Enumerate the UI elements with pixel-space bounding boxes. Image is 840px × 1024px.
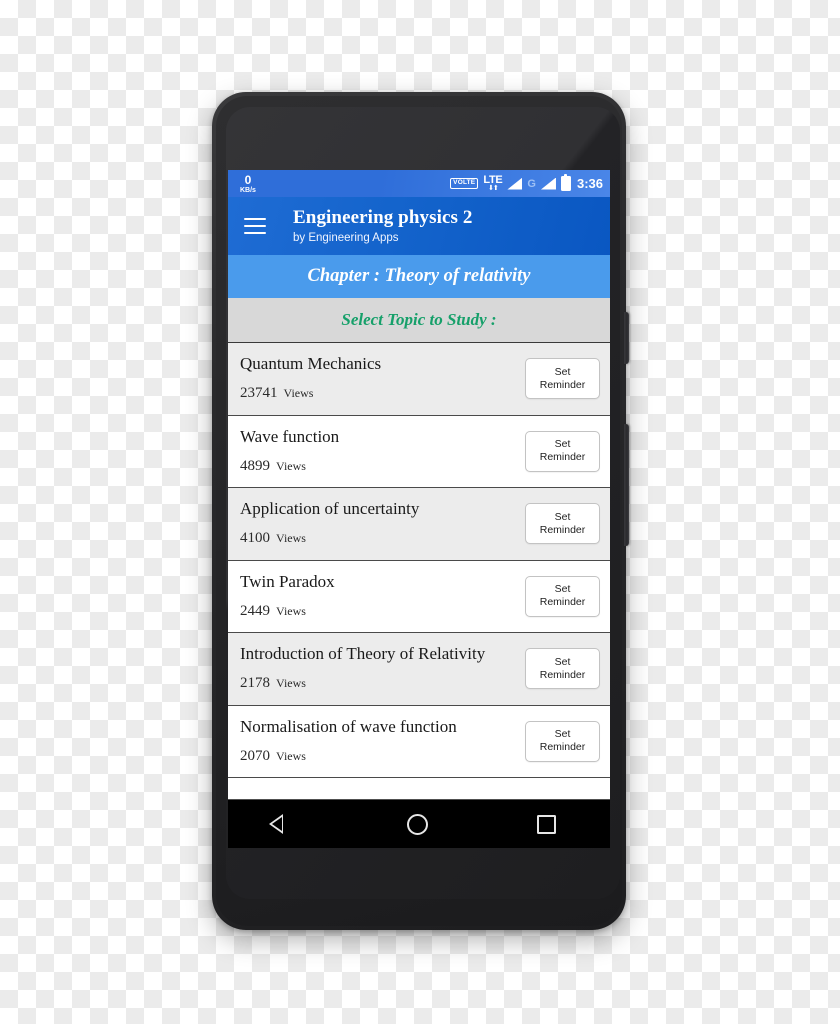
signal-bars-icon-sim2 — [540, 177, 556, 190]
topic-info: Introduction of Theory of Relativity 217… — [240, 645, 485, 692]
set-reminder-button[interactable]: Set Reminder — [525, 430, 600, 472]
set-reminder-button-label: Set Reminder — [539, 365, 586, 391]
topic-title: Quantum Mechanics — [240, 354, 382, 374]
topic-list-item[interactable]: Normalisation of wave function 2070 View… — [228, 705, 610, 778]
set-reminder-button-label: Set Reminder — [539, 583, 586, 609]
lte-indicator: LTE ⬇⬆ — [483, 175, 502, 193]
set-reminder-button[interactable]: Set Reminder — [525, 575, 600, 617]
phone-screen: 0 KB/s VOLTE LTE ⬇⬆ G 3:36 Engineering p… — [228, 170, 610, 848]
volume-rocker-button[interactable] — [624, 424, 629, 546]
set-reminder-button-label: Set Reminder — [539, 728, 586, 754]
volte-badge: VOLTE — [450, 177, 479, 190]
topic-list-item[interactable]: Wave function 4899 Views Set Reminder — [228, 415, 610, 488]
topic-views: 2178 Views — [240, 675, 485, 692]
topic-views-count: 2449 — [240, 602, 270, 619]
set-reminder-button[interactable]: Set Reminder — [525, 720, 600, 762]
power-button[interactable] — [624, 312, 629, 364]
set-reminder-button[interactable]: Set Reminder — [525, 503, 600, 545]
app-title-group: Engineering physics 2 by Engineering App… — [293, 207, 472, 244]
topic-views: 4899 Views — [240, 458, 339, 475]
set-reminder-button-label: Set Reminder — [539, 438, 586, 464]
recents-square-icon — [536, 814, 556, 834]
android-navigation-bar — [228, 799, 610, 848]
topic-title: Normalisation of wave function — [240, 716, 457, 736]
topic-list: Quantum Mechanics 23741 Views Set Reminde… — [228, 343, 610, 778]
topic-views-label: Views — [283, 386, 314, 401]
signal-bars-icon — [507, 177, 523, 190]
topic-views-label: Views — [276, 676, 306, 691]
nav-recents-button[interactable] — [536, 814, 556, 834]
topic-views: 4100 Views — [240, 530, 419, 547]
home-circle-icon — [406, 813, 428, 835]
hamburger-line — [244, 224, 266, 228]
select-topic-label: Select Topic to Study : — [341, 310, 497, 329]
topic-info: Quantum Mechanics 23741 Views — [240, 355, 381, 402]
topic-list-item[interactable]: Twin Paradox 2449 Views Set Reminder — [228, 560, 610, 633]
topic-title: Application of uncertainty — [240, 499, 420, 519]
select-topic-header: Select Topic to Study : — [228, 298, 610, 343]
set-reminder-button[interactable]: Set Reminder — [525, 648, 600, 690]
network-speed-unit: KB/s — [240, 186, 256, 194]
topic-list-item[interactable]: Introduction of Theory of Relativity 217… — [228, 633, 610, 706]
status-bar: 0 KB/s VOLTE LTE ⬇⬆ G 3:36 — [228, 170, 610, 197]
topic-title: Twin Paradox — [240, 571, 335, 591]
topic-title: Wave function — [240, 426, 340, 446]
topic-views: 2070 Views — [240, 748, 457, 765]
topic-views-count: 23741 — [240, 385, 278, 402]
topic-title: Introduction of Theory of Relativity — [240, 644, 486, 664]
app-subtitle: by Engineering Apps — [293, 231, 399, 244]
topic-views-label: Views — [276, 603, 306, 618]
hamburger-menu-icon[interactable] — [244, 218, 266, 234]
set-reminder-button-label: Set Reminder — [539, 510, 586, 536]
lte-data-arrows-icon: ⬇⬆ — [488, 185, 499, 192]
chapter-title: Chapter : Theory of relativity — [307, 266, 531, 286]
topic-views-count: 2070 — [240, 747, 270, 764]
topic-views: 2449 Views — [240, 603, 335, 620]
network-speed-indicator: 0 KB/s — [234, 174, 256, 194]
set-reminder-button-label: Set Reminder — [539, 655, 586, 681]
back-triangle-icon — [268, 814, 298, 834]
topic-views-label: Views — [276, 748, 306, 763]
status-bar-clock: 3:36 — [576, 176, 603, 191]
topic-views-label: Views — [276, 458, 306, 473]
app-bar: Engineering physics 2 by Engineering App… — [228, 197, 610, 255]
sim2-network-label: G — [527, 177, 536, 190]
status-bar-icons: VOLTE LTE ⬇⬆ G 3:36 — [450, 174, 603, 193]
hamburger-line — [244, 231, 266, 234]
topic-info: Wave function 4899 Views — [240, 426, 340, 475]
topic-info: Normalisation of wave function 2070 View… — [240, 716, 457, 765]
nav-back-button[interactable] — [268, 814, 298, 834]
set-reminder-button[interactable]: Set Reminder — [525, 358, 600, 400]
topic-views-count: 4100 — [240, 530, 270, 547]
network-speed-value: 0 — [244, 172, 252, 187]
topic-list-item[interactable]: Application of uncertainty 4100 Views Se… — [228, 488, 610, 561]
topic-info: Application of uncertainty 4100 Views — [240, 500, 419, 547]
topic-views-count: 4899 — [240, 457, 270, 474]
topic-views-label: Views — [276, 531, 306, 546]
nav-home-button[interactable] — [406, 813, 428, 835]
app-title: Engineering physics 2 — [293, 207, 473, 229]
chapter-banner: Chapter : Theory of relativity — [228, 255, 610, 298]
hamburger-line — [244, 218, 266, 221]
battery-icon — [560, 174, 571, 191]
topic-views: 23741 Views — [240, 385, 381, 402]
topic-info: Twin Paradox 2449 Views — [240, 571, 335, 620]
topic-views-count: 2178 — [240, 675, 270, 692]
topic-list-item[interactable]: Quantum Mechanics 23741 Views Set Reminde… — [228, 343, 610, 416]
